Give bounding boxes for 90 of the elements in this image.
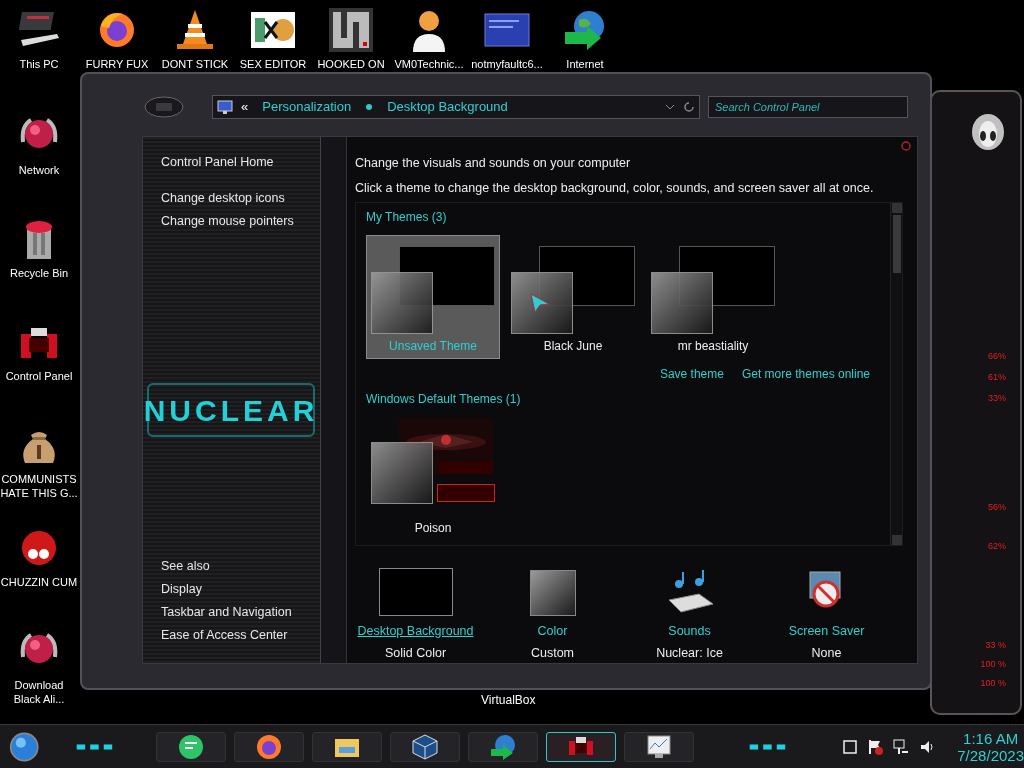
icon-label[interactable]: HOOKED ON xyxy=(317,58,385,72)
chart-monitor-icon xyxy=(645,732,674,761)
lights-icon xyxy=(75,741,115,752)
link[interactable]: Save theme xyxy=(659,365,724,383)
icon-label[interactable]: FURRY FUX xyxy=(85,58,149,72)
note-icon xyxy=(177,732,206,761)
back-button[interactable]: « xyxy=(241,97,249,117)
sidebar-link[interactable]: Ease of Access Center xyxy=(161,624,320,647)
lights-icon xyxy=(748,741,788,752)
setting-value: Solid Color xyxy=(384,645,447,663)
network-icon[interactable] xyxy=(893,738,910,755)
group-heading: My Themes (3) xyxy=(366,209,448,225)
theme-name: mr beastiality xyxy=(676,338,750,355)
taskbar-app[interactable] xyxy=(156,731,227,762)
address-bar[interactable]: « Personalization Desktop Background xyxy=(212,95,700,119)
gadget-reading: 61% xyxy=(988,373,1006,382)
link[interactable]: Get more themes online xyxy=(741,365,870,383)
globe-icon xyxy=(489,732,518,761)
scrollbar[interactable] xyxy=(890,203,902,545)
logo-text: NUCLEAR xyxy=(143,392,319,429)
gadget-reading: 62% xyxy=(988,542,1006,551)
icon-label[interactable]: SEX EDITOR xyxy=(239,58,307,72)
icon-label[interactable]: Recycle Bin xyxy=(9,267,69,281)
icon-label[interactable]: Network xyxy=(18,164,60,178)
clock-time: 1:16 AM xyxy=(963,729,1019,747)
theme-name: Poison xyxy=(413,520,453,537)
monitor-icon xyxy=(217,100,233,114)
breadcrumb-item[interactable]: Personalization xyxy=(256,97,358,117)
cube-icon xyxy=(411,732,440,761)
setting-value: Custom xyxy=(530,645,575,663)
color-swatch[interactable] xyxy=(529,569,576,616)
flag-icon[interactable] xyxy=(867,738,884,755)
fox-icon xyxy=(255,732,284,761)
alien-logo-icon xyxy=(970,112,1006,152)
maze-icon[interactable] xyxy=(327,6,375,54)
setting-value: None xyxy=(811,645,842,663)
icon-label[interactable]: This PC xyxy=(19,58,59,72)
sidebar-link[interactable]: Change desktop icons xyxy=(161,187,320,210)
icon-label[interactable]: VM0Technic... xyxy=(394,58,464,72)
gadget-reading: 66% xyxy=(988,352,1006,361)
theme-tile[interactable]: Poison xyxy=(366,417,500,541)
icon-label[interactable]: Control Panel xyxy=(5,370,73,384)
theme-tile[interactable]: Unsaved Theme xyxy=(366,235,500,359)
taskbar-app[interactable] xyxy=(234,731,305,762)
taskbar-app[interactable] xyxy=(390,731,461,762)
solid-color-preview[interactable] xyxy=(378,567,453,616)
sidebar-link[interactable]: Change mouse pointers xyxy=(161,210,320,233)
theme-name: Unsaved Theme xyxy=(388,338,478,355)
theme-name: Black June xyxy=(542,338,604,355)
taskbar-app[interactable] xyxy=(546,731,617,762)
setting-link[interactable]: Sounds xyxy=(668,621,711,641)
group-heading: Windows Default Themes (1) xyxy=(366,391,522,407)
icon-label[interactable]: CHUZZIN CUM xyxy=(0,576,78,590)
description-text: Click a theme to change the desktop background, color, sounds, and screen saver all at once. xyxy=(355,180,875,196)
setting-link[interactable]: Screen Saver xyxy=(788,621,865,641)
setting-link[interactable]: Color xyxy=(537,621,568,641)
help-icon[interactable] xyxy=(901,141,911,151)
search-field[interactable]: Search Control Panel xyxy=(708,96,908,118)
gadget-reading: 56% xyxy=(988,503,1006,512)
gadget-reading: 100 % xyxy=(980,660,1006,669)
breadcrumb-item[interactable]: Desktop Background xyxy=(381,97,514,117)
heading-text: Change the visuals and sounds on your computer xyxy=(355,155,632,171)
icon-label[interactable]: Internet xyxy=(566,58,604,72)
gadget-reading: 33% xyxy=(988,394,1006,403)
gadget-reading: 100 % xyxy=(980,679,1006,688)
sidebar-link[interactable]: Display xyxy=(161,578,320,601)
gadget-reading: 33 % xyxy=(985,641,1006,650)
sidebar-link[interactable]: Control Panel Home xyxy=(161,151,320,174)
dropdown-icon[interactable] xyxy=(665,103,675,111)
square-icon[interactable] xyxy=(843,739,858,754)
banner-tag xyxy=(437,484,495,502)
clock-date: 7/28/2023 xyxy=(957,746,1024,764)
setting-value: Nuclear: Ice xyxy=(656,645,723,663)
icon-label[interactable]: VirtualBox xyxy=(481,691,536,709)
refresh-icon[interactable] xyxy=(683,101,695,113)
section-heading: See also xyxy=(161,558,211,575)
icon-label[interactable]: notmyfaultc6... xyxy=(471,58,543,72)
icon-label[interactable]: COMMUNISTS HATE THIS G... xyxy=(0,473,78,501)
nav-orb-icon[interactable] xyxy=(144,96,184,118)
sidebar-link[interactable]: Taskbar and Navigation xyxy=(161,601,320,624)
taskbar-app[interactable] xyxy=(312,731,383,762)
separator-dot-icon xyxy=(365,103,374,111)
taskbar-app[interactable] xyxy=(468,731,539,762)
icon-label[interactable]: DONT STICK xyxy=(161,58,229,72)
window-color-preview xyxy=(371,272,433,334)
taskbar-app[interactable] xyxy=(624,731,695,762)
clock[interactable]: 1:16 AM 7/28/2023 xyxy=(957,729,1024,764)
window-color-preview xyxy=(371,442,433,504)
setting-link[interactable]: Desktop Background xyxy=(357,621,474,641)
icon-label[interactable]: Download Black Ali... xyxy=(0,679,78,707)
